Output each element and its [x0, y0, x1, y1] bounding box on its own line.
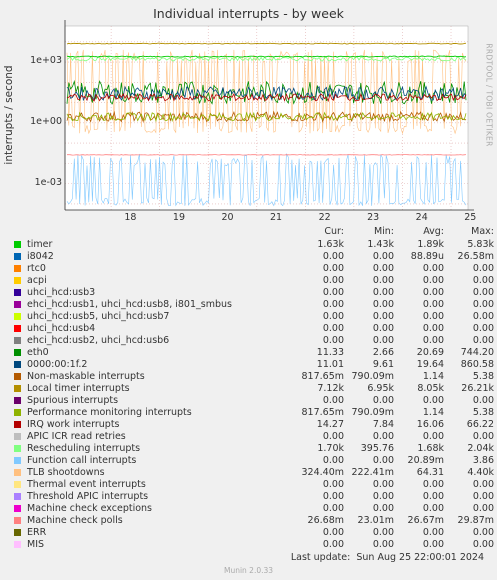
munin-version: Munin 2.0.33 [223, 566, 274, 575]
legend-series-name: Non-maskable interrupts [27, 371, 145, 382]
legend-series-name: uhci_hcd:usb4 [27, 323, 96, 334]
x-tick-label: 21 [270, 212, 283, 223]
legend-swatch [14, 337, 21, 344]
legend-value-max: 26.58m [457, 251, 494, 262]
legend-series-name: uhci_hcd:usb5, uhci_hcd:usb7 [27, 311, 170, 322]
legend-swatch [14, 517, 21, 524]
y-tick-label: 1e+03 [30, 55, 62, 67]
legend-swatch [14, 325, 21, 332]
y-tick-label: 1e-03 [34, 176, 62, 188]
legend-swatch [14, 493, 21, 500]
legend-column-header: Max: [471, 226, 494, 237]
legend-value-max: 0.00 [472, 335, 494, 346]
legend-series-name: Thermal event interrupts [27, 479, 146, 490]
legend-value-max: 860.58 [460, 359, 494, 370]
legend-swatch [14, 421, 21, 428]
legend-swatch [14, 529, 21, 536]
line-local-timer [66, 42, 467, 45]
last-update-value: Sun Aug 25 22:00:01 2024 [356, 552, 484, 563]
legend-series-name: IRQ work interrupts [27, 419, 120, 430]
legend-swatch [14, 277, 21, 284]
legend-value-max: 4.40k [467, 467, 494, 478]
x-tick-label: 25 [464, 212, 477, 223]
legend-series-name: timer [27, 239, 53, 250]
legend-value-max: 5.83k [467, 239, 494, 250]
legend-value-max: 29.87m [457, 515, 494, 526]
legend-series-name: acpi [27, 275, 47, 286]
legend-swatch [14, 433, 21, 440]
legend-value-max: 0.00 [472, 527, 494, 538]
legend-swatch [14, 289, 21, 296]
legend-series-name: Function call interrupts [27, 455, 137, 466]
legend-value-max: 0.00 [472, 503, 494, 514]
y-tick-label: 1e+00 [30, 115, 62, 127]
legend-swatch [14, 253, 21, 260]
legend-value-max: 0.00 [472, 395, 494, 406]
legend-value-max: 0.00 [472, 479, 494, 490]
legend-value-max: 0.00 [472, 263, 494, 274]
legend-swatch [14, 457, 21, 464]
legend-series-name: Local timer interrupts [27, 383, 130, 394]
legend-series-name: Rescheduling interrupts [27, 443, 141, 454]
legend-series-name: Machine check polls [27, 515, 123, 526]
legend-series-name: ehci_hcd:usb1, uhci_hcd:usb8, i801_smbus [27, 299, 232, 310]
legend-value-max: 0.00 [472, 491, 494, 502]
legend-value-max: 3.86 [472, 455, 494, 466]
legend-swatch [14, 373, 21, 380]
legend-swatch [14, 313, 21, 320]
last-update: Last update: Sun Aug 25 22:00:01 2024 [0, 552, 484, 563]
x-tick-label: 19 [172, 212, 185, 223]
plot-area [64, 20, 474, 211]
legend-series-name: TLB shootdowns [27, 467, 105, 478]
legend-swatch [14, 397, 21, 404]
legend-swatch [14, 241, 21, 248]
legend-series-name: eth0 [27, 347, 49, 358]
legend-swatch [14, 409, 21, 416]
x-tick-label: 18 [124, 212, 137, 223]
legend-value-max: 0.00 [472, 299, 494, 310]
x-tick-label: 22 [318, 212, 331, 223]
legend-swatch [14, 445, 21, 452]
legend-swatch [14, 481, 21, 488]
legend-swatch [14, 265, 21, 272]
legend-series-name: rtc0 [27, 263, 46, 274]
legend-swatch [14, 349, 21, 356]
legend-value-max: 0.00 [472, 323, 494, 334]
x-tick-label: 20 [221, 212, 234, 223]
legend-value-max: 0.00 [472, 539, 494, 550]
legend-swatch [14, 541, 21, 548]
legend-swatch [14, 469, 21, 476]
legend-value-max: 26.21k [461, 383, 494, 394]
legend-swatch [14, 505, 21, 512]
legend-value-max: 0.00 [472, 275, 494, 286]
legend-swatch [14, 361, 21, 368]
legend-series-name: uhci_hcd:usb3 [27, 287, 96, 298]
legend-swatch [14, 301, 21, 308]
legend-value-max: 5.38 [472, 407, 494, 418]
legend-value-max: 2.04k [467, 443, 494, 454]
legend-series-name: Machine check exceptions [27, 503, 152, 514]
legend-value-max: 0.00 [472, 311, 494, 322]
legend-value-max: 0.00 [472, 431, 494, 442]
last-update-label: Last update: [290, 552, 351, 563]
legend-value-max: 0.00 [472, 287, 494, 298]
legend-value-max: 744.20 [460, 347, 494, 358]
legend-series-name: Performance monitoring interrupts [27, 407, 192, 418]
x-tick-label: 23 [367, 212, 380, 223]
legend-series-name: ehci_hcd:usb2, uhci_hcd:usb6 [27, 335, 170, 346]
legend-series-name: 0000:00:1f.2 [27, 359, 88, 370]
legend-series-name: Threshold APIC interrupts [27, 491, 149, 502]
legend-value-max: 66.22 [466, 419, 494, 430]
legend-swatch [14, 385, 21, 392]
legend-series-name: ERR [27, 527, 47, 538]
legend-series-name: Spurious interrupts [27, 395, 119, 406]
legend-series-name: APIC ICR read retries [27, 431, 126, 442]
legend-value-max: 5.38 [472, 371, 494, 382]
legend-series-name: MIS [27, 539, 45, 550]
legend-series-name: i8042 [27, 251, 54, 262]
x-tick-label: 24 [415, 212, 428, 223]
